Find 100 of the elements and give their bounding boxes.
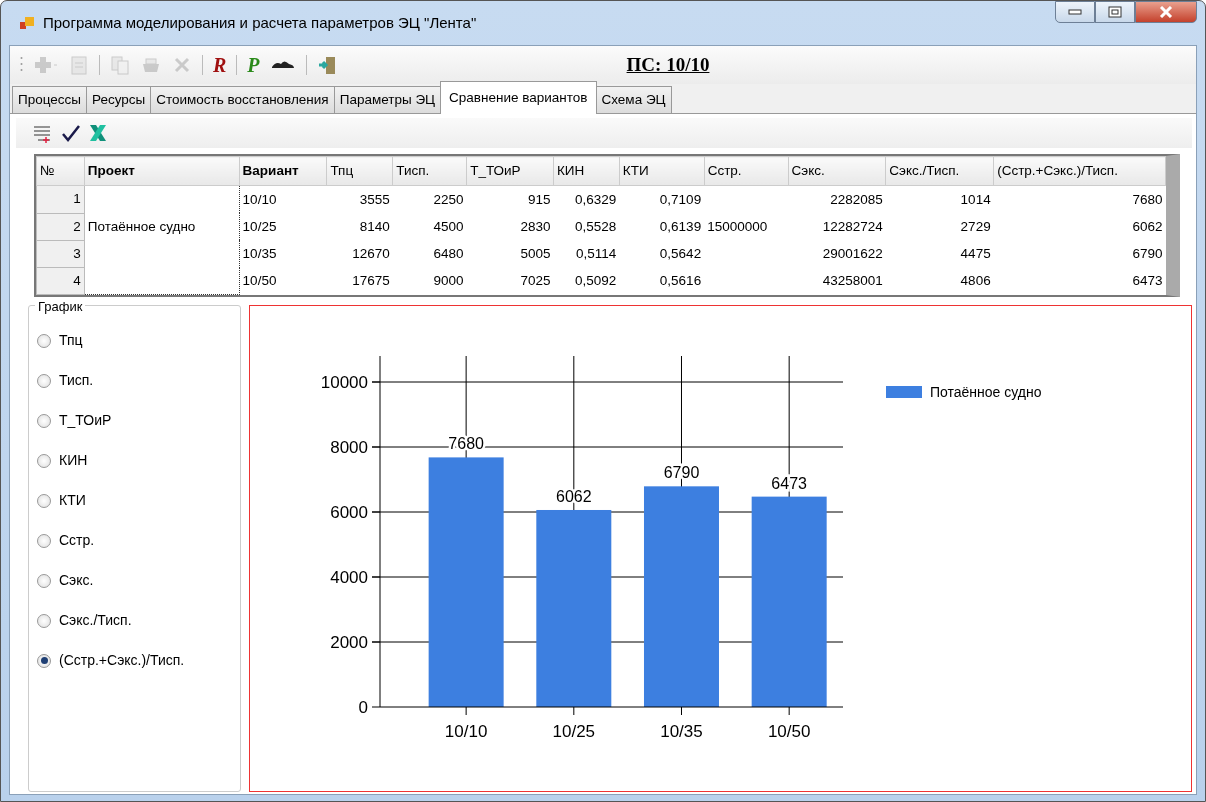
table-cell: 10/10 xyxy=(239,185,327,213)
table-cell-text: 7025 xyxy=(519,272,552,290)
column-header[interactable]: Тпц xyxy=(326,156,393,186)
radio-button[interactable] xyxy=(37,493,51,508)
row-number: 1 xyxy=(36,185,85,213)
check-icon[interactable] xyxy=(60,123,80,143)
radio-label[interactable]: Сэкс. xyxy=(59,570,94,592)
maximize-icon xyxy=(1108,6,1122,18)
axis-tick-label: 10/10 xyxy=(444,722,488,742)
table-cell-text: 2830 xyxy=(519,217,552,236)
axis-tick-label: 10/50 xyxy=(767,722,811,742)
table-cell: 10/25 xyxy=(239,213,327,241)
table-cell: 10/35 xyxy=(239,240,327,268)
table-cell-text: 9000 xyxy=(432,272,465,290)
table-cell-text: 43258001 xyxy=(821,272,884,290)
window-title: Программа моделирования и расчета параметров ЭЦ "Лента" xyxy=(43,12,477,33)
axis-tick-label: 10/25 xyxy=(552,722,596,742)
column-header[interactable]: КТИ xyxy=(619,156,705,186)
column-header[interactable]: № xyxy=(36,156,85,186)
table-cell: 7680 xyxy=(993,185,1166,213)
column-header[interactable]: КИН xyxy=(553,156,620,186)
table-cell-text: 29001622 xyxy=(821,244,884,263)
radio-label[interactable]: КИН xyxy=(59,450,88,472)
table-cell-text: 12670 xyxy=(351,244,391,263)
table-cell-text: 0,5114 xyxy=(575,244,618,263)
maximize-button[interactable] xyxy=(1095,1,1135,23)
table-cell-text: 0,6139 xyxy=(658,217,703,236)
table-cell-text: 2729 xyxy=(959,217,992,236)
tab[interactable]: Сравнение вариантов xyxy=(440,80,597,114)
radio-button[interactable] xyxy=(37,413,51,428)
table-cell-text: 6473 xyxy=(1131,272,1164,290)
tab[interactable]: Схема ЭЦ xyxy=(595,85,672,113)
axis-tick-label: 0 xyxy=(358,698,368,718)
axis-tick-label: 8000 xyxy=(330,438,368,458)
radio-label[interactable]: Сстр. xyxy=(59,530,95,552)
door-icon[interactable] xyxy=(316,55,337,75)
status-label: ПС: 10/10 xyxy=(626,52,710,77)
column-header[interactable]: Тисп. xyxy=(392,156,467,186)
radio-button[interactable] xyxy=(37,613,51,628)
axis-tick-label: 10/35 xyxy=(660,722,703,742)
table-cell: 0,7109 xyxy=(619,185,705,213)
table-cell-text: 0,5642 xyxy=(658,244,703,263)
table-cell-text: 6480 xyxy=(432,244,465,263)
tab[interactable]: Процессы xyxy=(12,85,87,113)
radio-button[interactable] xyxy=(37,533,51,548)
radio-button[interactable] xyxy=(37,453,51,468)
column-header[interactable]: (Сстр.+Сэкс.)/Тисп. xyxy=(993,156,1166,186)
table-cell-text: 17675 xyxy=(351,272,391,290)
table-cell: Потаённое судно xyxy=(84,213,240,241)
radio-label[interactable]: КТИ xyxy=(59,490,86,512)
table-cell-text: 4475 xyxy=(959,244,992,263)
minimize-icon xyxy=(1068,9,1082,15)
toolbar-letter-button[interactable]: R xyxy=(213,55,227,75)
radio-button[interactable] xyxy=(37,373,51,388)
table-cell: 3555 xyxy=(326,185,393,213)
column-header[interactable]: Сэкс. xyxy=(788,156,886,186)
row-number: 4 xyxy=(36,267,85,295)
tab[interactable]: Стоимость восстановления xyxy=(150,85,335,113)
column-header[interactable]: Т_ТОиР xyxy=(466,156,554,186)
radio-label[interactable]: Сэкс./Тисп. xyxy=(59,610,132,632)
minimize-button[interactable] xyxy=(1055,1,1095,23)
legend-label: Потаённое судно xyxy=(930,384,1042,401)
column-header[interactable]: Сэкс./Тисп. xyxy=(885,156,994,186)
axis-tick-label: 4000 xyxy=(330,568,368,588)
table-cell-text: 4806 xyxy=(959,272,992,290)
table-cell-text: 5005 xyxy=(519,244,552,263)
table-cell: 2250 xyxy=(392,185,467,213)
tab[interactable]: Параметры ЭЦ xyxy=(333,85,442,113)
excel-icon[interactable] xyxy=(88,123,108,143)
table-cell-text: 8140 xyxy=(358,217,391,236)
column-header[interactable]: Проект xyxy=(84,156,240,186)
column-header[interactable]: Вариант xyxy=(239,156,327,186)
radio-button[interactable] xyxy=(37,333,51,348)
table-cell-text: 4500 xyxy=(432,217,465,236)
list-add-icon[interactable] xyxy=(32,123,52,143)
table-cell: 2282085 xyxy=(788,185,886,213)
close-button[interactable] xyxy=(1135,1,1197,23)
table-cell-text: 0,5528 xyxy=(574,217,618,236)
app-icon xyxy=(19,15,35,31)
table-cell-text: 12282724 xyxy=(821,217,884,236)
table-cell: 0,6329 xyxy=(553,185,620,213)
radio-label[interactable]: Тисп. xyxy=(59,370,94,392)
toolbar-letter-button[interactable]: P xyxy=(247,55,260,75)
legend-swatch xyxy=(886,386,922,399)
table-cell: 915 xyxy=(466,185,554,213)
row-number: 3 xyxy=(36,240,85,268)
row-number: 2 xyxy=(36,213,85,241)
table-cell: 1014 xyxy=(885,185,994,213)
axis-tick-label: 10000 xyxy=(320,373,368,393)
column-header[interactable]: Сстр. xyxy=(704,156,789,186)
radio-button[interactable] xyxy=(37,573,51,588)
radio-label[interactable]: (Сстр.+Сэкс.)/Тисп. xyxy=(59,650,185,672)
tab[interactable]: Ресурсы xyxy=(86,85,152,113)
table-cell-text: 0,5092 xyxy=(574,272,618,290)
radio-button[interactable] xyxy=(37,653,51,668)
radio-label[interactable]: Т_ТОиР xyxy=(59,410,112,432)
radio-label[interactable]: Тпц xyxy=(59,330,83,352)
table-cell: 10/50 xyxy=(239,267,327,295)
axis-tick-label: 6000 xyxy=(330,503,368,523)
table-cell-text: 6062 xyxy=(1131,217,1164,236)
